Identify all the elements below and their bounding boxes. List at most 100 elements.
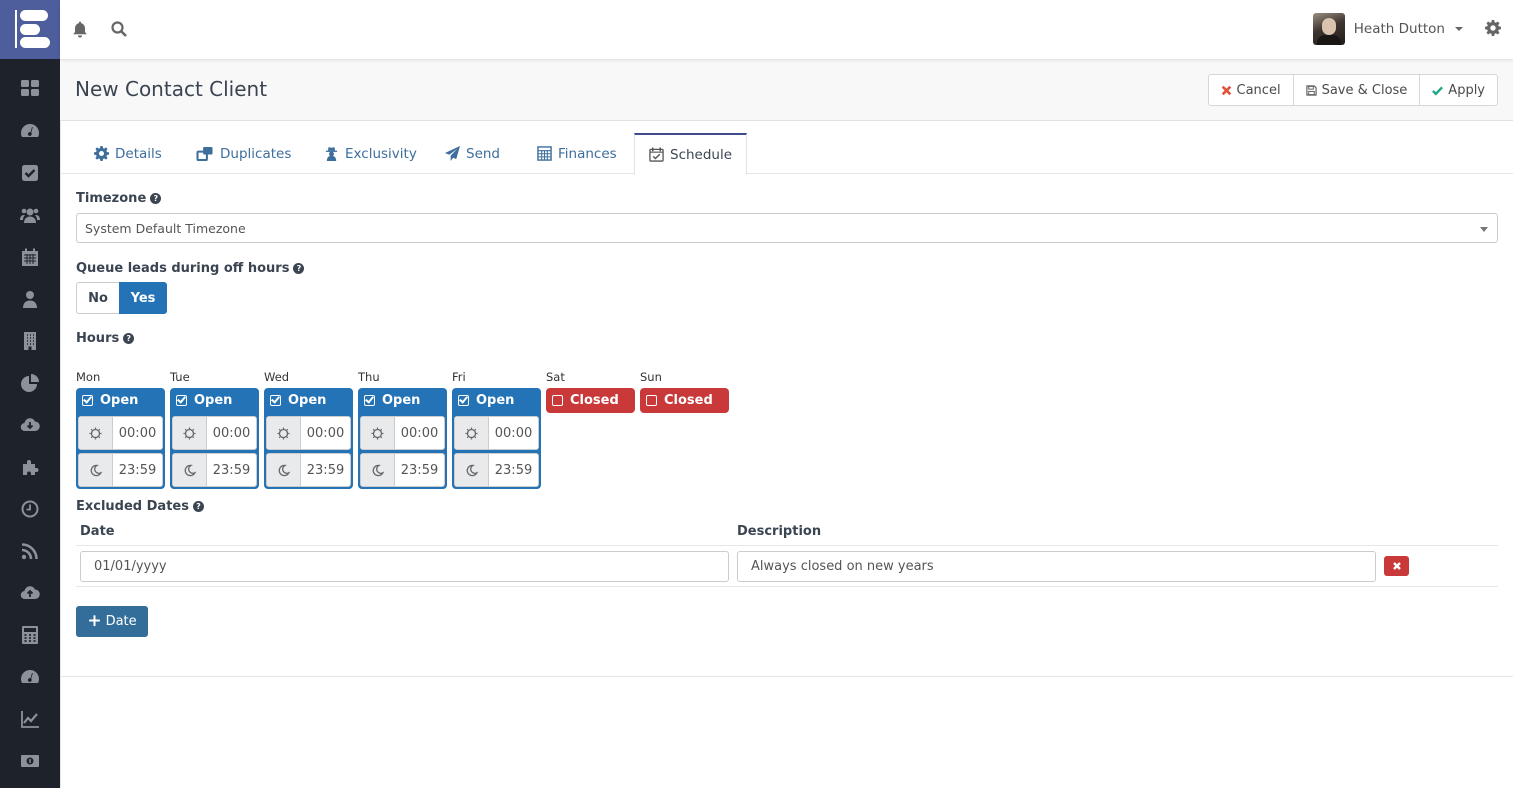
sidebar-item-performance[interactable] (0, 656, 60, 698)
start-time-field[interactable]: 00:00 (360, 416, 445, 450)
day-open-toggle[interactable]: Closed (642, 388, 727, 413)
plus-icon: + (87, 611, 102, 631)
sidebar-item-reports[interactable] (0, 362, 60, 404)
tab-schedule[interactable]: Schedule (634, 133, 748, 175)
sidebar-item-history[interactable] (0, 488, 60, 530)
tab-send[interactable]: Send (431, 133, 514, 174)
excluded-dates-label-text: Excluded Dates (76, 499, 189, 514)
save-close-button[interactable]: Save & Close (1294, 75, 1421, 105)
calendar-check-icon (649, 147, 664, 162)
calculator-icon (537, 146, 552, 161)
day-open-toggle[interactable]: Open (360, 388, 445, 413)
paper-plane-icon (445, 146, 460, 161)
apply-label: Apply (1448, 82, 1485, 98)
start-time-field[interactable]: 00:00 (266, 416, 351, 450)
user-secret-icon (325, 146, 338, 161)
queue-yes-option[interactable]: Yes (119, 282, 167, 314)
day-thu: Thu Open 00:00 23:59 (358, 370, 447, 489)
day-name: Mon (76, 370, 101, 384)
tab-finances[interactable]: Finances (523, 133, 631, 174)
start-time-value[interactable]: 00:00 (489, 417, 538, 449)
sidebar-item-integrations[interactable] (0, 446, 60, 488)
help-icon[interactable]: ? (123, 333, 135, 344)
sidebar-item-billing[interactable] (0, 614, 60, 656)
gear-icon[interactable] (1485, 20, 1501, 36)
delete-row-button[interactable] (1384, 556, 1409, 576)
sidebar-item-users[interactable] (0, 194, 60, 236)
description-input[interactable]: Always closed on new years (737, 550, 1376, 582)
bell-icon[interactable] (71, 20, 89, 38)
tab-exclusivity[interactable]: Exclusivity (310, 133, 431, 174)
start-time-field[interactable]: 00:00 (78, 416, 163, 450)
day-open-toggle[interactable]: Open (172, 388, 257, 413)
checkbox-checked-icon (82, 395, 93, 406)
start-time-value[interactable]: 00:00 (207, 417, 256, 449)
end-time-value[interactable]: 23:59 (301, 454, 350, 486)
checkbox-unchecked-icon (552, 395, 563, 406)
calendar-icon (22, 248, 38, 266)
help-icon[interactable]: ? (150, 193, 162, 204)
queue-no-option[interactable]: No (76, 282, 119, 314)
day-open-toggle[interactable]: Open (454, 388, 539, 413)
start-time-value[interactable]: 00:00 (301, 417, 350, 449)
start-time-value[interactable]: 00:00 (113, 417, 162, 449)
table-row: 01/01/yyyy Always closed on new years (76, 546, 1498, 587)
speedometer-icon (21, 124, 39, 137)
day-name: Sat (546, 370, 565, 384)
end-time-field[interactable]: 23:59 (172, 453, 257, 487)
search-icon[interactable] (110, 20, 128, 38)
sidebar-item-tasks[interactable] (0, 152, 60, 194)
end-time-value[interactable]: 23:59 (395, 454, 444, 486)
date-input[interactable]: 01/01/yyyy (80, 550, 729, 582)
add-date-button[interactable]: + Date (76, 606, 148, 637)
end-time-value[interactable]: 23:59 (489, 454, 538, 486)
day-status: Open (100, 393, 139, 408)
timezone-select[interactable]: System Default Timezone (76, 213, 1498, 243)
day-open-toggle[interactable]: Open (266, 388, 351, 413)
day-tue: Tue Open 00:00 23:59 (170, 370, 259, 489)
apply-button[interactable]: Apply (1420, 75, 1497, 105)
help-icon[interactable]: ? (192, 501, 204, 512)
start-time-field[interactable]: 00:00 (454, 416, 539, 450)
start-time-field[interactable]: 00:00 (172, 416, 257, 450)
sidebar-item-contacts[interactable] (0, 278, 60, 320)
end-time-value[interactable]: 23:59 (113, 454, 162, 486)
sidebar-item-speedometer[interactable] (0, 110, 60, 152)
sidebar-item-export[interactable] (0, 572, 60, 614)
tab-duplicates[interactable]: Duplicates (182, 133, 305, 174)
day-name: Thu (358, 370, 380, 384)
building-icon (24, 332, 36, 350)
cancel-label: Cancel (1236, 82, 1281, 98)
sidebar-item-analytics[interactable] (0, 698, 60, 740)
app-logo[interactable] (0, 0, 60, 59)
action-buttons: Cancel Save & Close Apply (1207, 74, 1498, 106)
sidebar-item-companies[interactable] (0, 320, 60, 362)
sidebar-item-payments[interactable] (0, 740, 60, 782)
tab-details[interactable]: Details (80, 133, 176, 174)
end-time-field[interactable]: 23:59 (454, 453, 539, 487)
user-icon (23, 291, 37, 308)
user-menu[interactable]: Heath Dutton (1312, 13, 1463, 45)
end-time-value[interactable]: 23:59 (207, 454, 256, 486)
start-time-value[interactable]: 00:00 (395, 417, 444, 449)
tab-label: Schedule (670, 146, 733, 163)
sidebar-item-calendar[interactable] (0, 236, 60, 278)
close-icon (1392, 562, 1401, 570)
sidebar-item-feeds[interactable] (0, 530, 60, 572)
speedometer-icon (21, 670, 39, 683)
sidebar-item-dashboard[interactable] (0, 67, 60, 109)
end-time-field[interactable]: 23:59 (78, 453, 163, 487)
day-name: Wed (264, 370, 290, 384)
day-open-toggle[interactable]: Closed (548, 388, 633, 413)
checkbox-unchecked-icon (646, 395, 657, 406)
end-time-field[interactable]: 23:59 (360, 453, 445, 487)
day-open-toggle[interactable]: Open (78, 388, 163, 413)
timezone-value: System Default Timezone (85, 221, 246, 236)
help-icon[interactable]: ? (293, 263, 305, 274)
cancel-button[interactable]: Cancel (1209, 75, 1294, 105)
end-time-field[interactable]: 23:59 (266, 453, 351, 487)
day-fri: Fri Open 00:00 23:59 (452, 370, 541, 489)
sidebar-item-import[interactable] (0, 404, 60, 446)
day-status: Closed (664, 393, 713, 408)
day-wed: Wed Open 00:00 23:59 (264, 370, 353, 489)
